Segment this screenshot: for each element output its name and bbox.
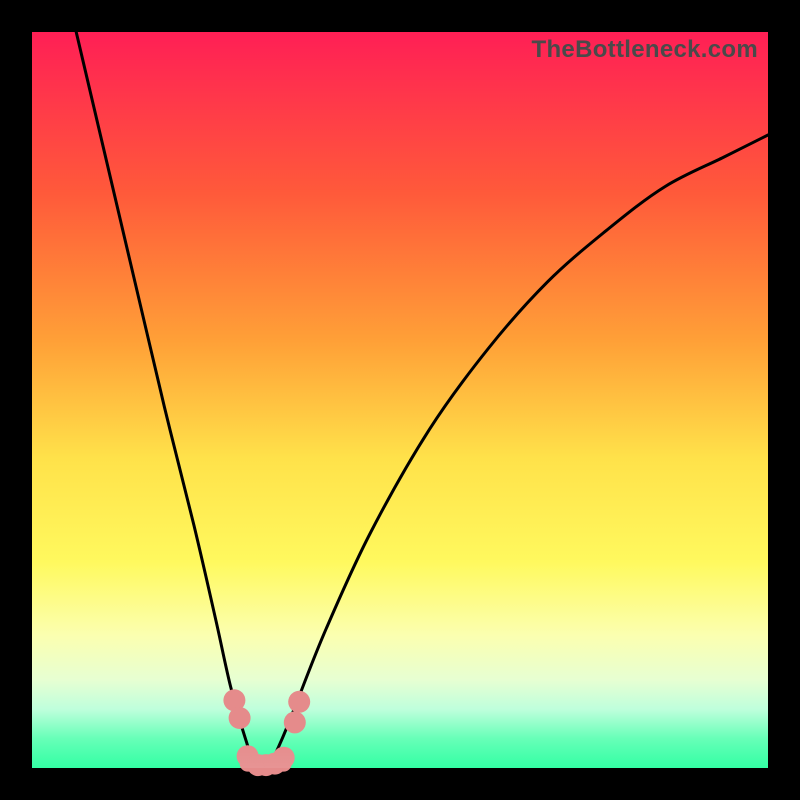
bottleneck-curve [76, 32, 768, 772]
marker-dot [284, 711, 306, 733]
marker-group [223, 689, 310, 776]
chart-frame: TheBottleneck.com [0, 0, 800, 800]
marker-dot [288, 691, 310, 713]
marker-dot [229, 707, 251, 729]
curve-layer [32, 32, 768, 768]
plot-area: TheBottleneck.com [32, 32, 768, 768]
marker-dot [273, 747, 295, 769]
